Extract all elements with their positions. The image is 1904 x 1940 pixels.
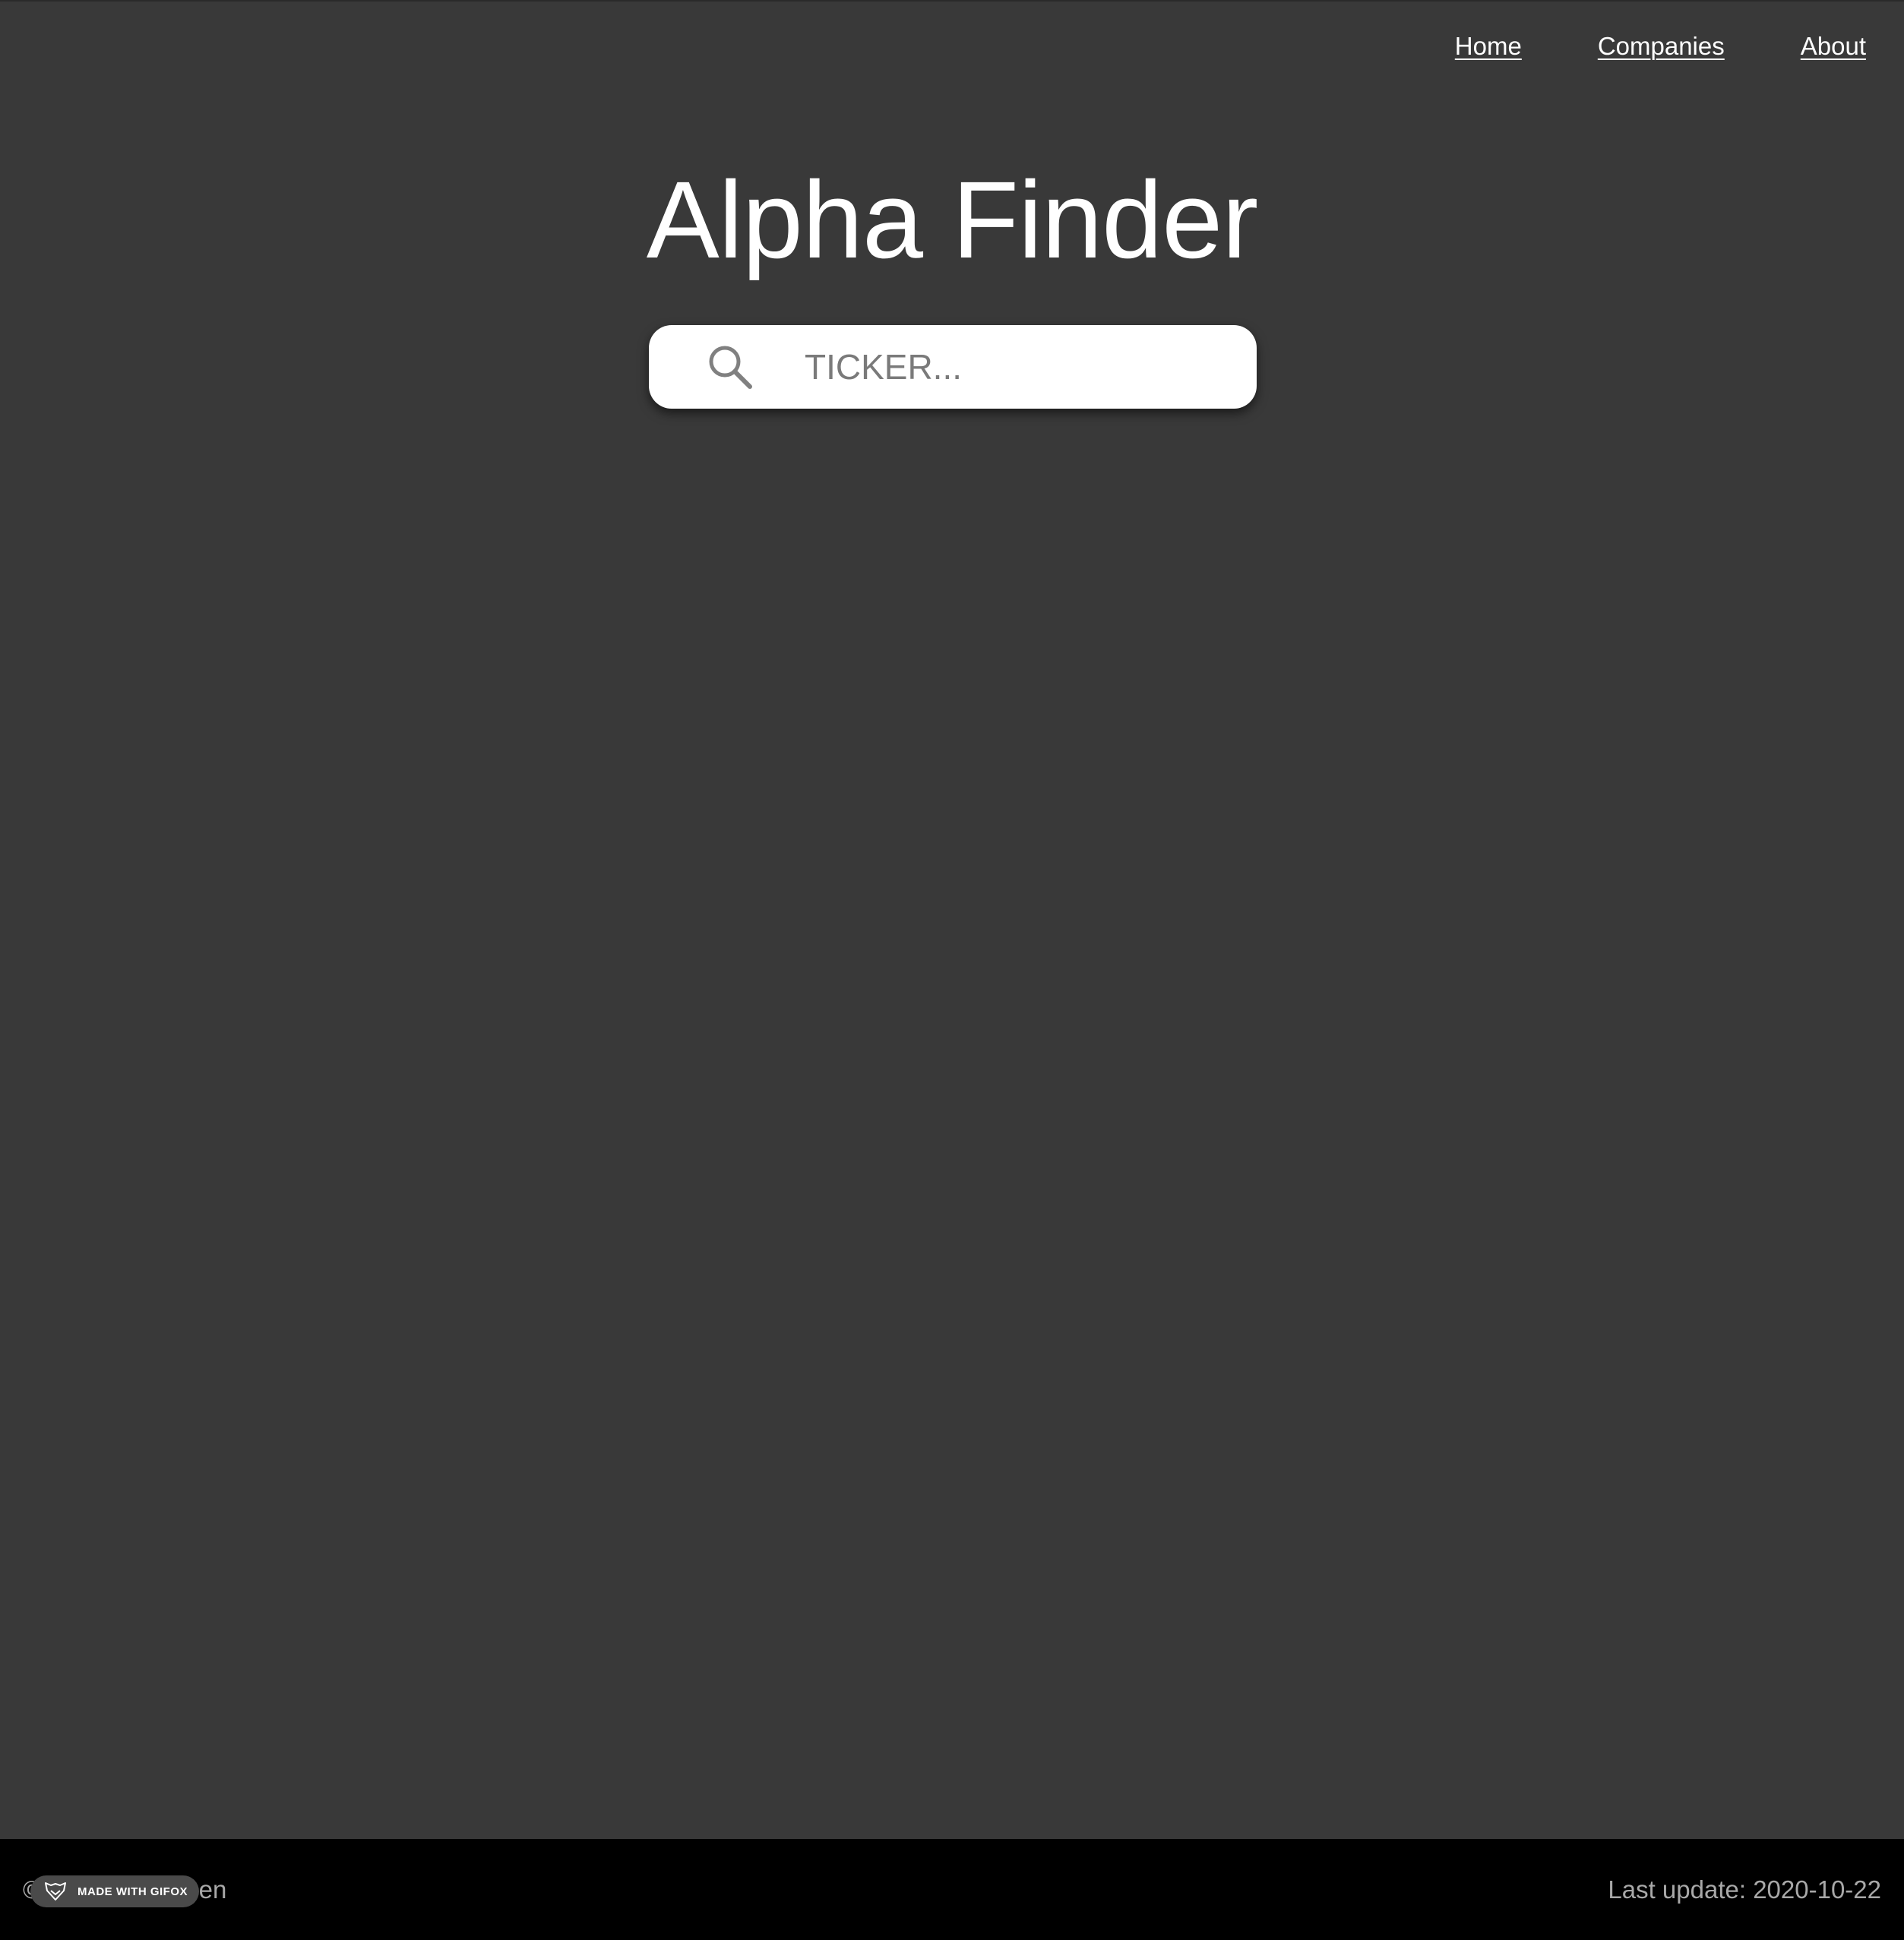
gifox-watermark-text: MADE WITH GIFOX <box>77 1885 188 1898</box>
last-update-text: Last update: 2020-10-22 <box>1608 1875 1881 1904</box>
page-title: Alpha Finder <box>646 159 1258 281</box>
nav-link-about[interactable]: About <box>1801 29 1866 63</box>
search-bar[interactable] <box>649 325 1257 409</box>
footer: © Andre Andersen MADE WITH GIFOX Last up… <box>0 1839 1904 1940</box>
ticker-search-input[interactable] <box>805 340 1230 393</box>
nav-link-home[interactable]: Home <box>1455 29 1522 63</box>
top-nav: Home Companies About <box>1455 29 1866 63</box>
gifox-logo-icon <box>45 1882 66 1901</box>
nav-link-companies[interactable]: Companies <box>1598 29 1725 63</box>
search-icon[interactable] <box>706 343 754 391</box>
top-border <box>0 0 1904 2</box>
gifox-watermark: MADE WITH GIFOX <box>30 1875 199 1907</box>
